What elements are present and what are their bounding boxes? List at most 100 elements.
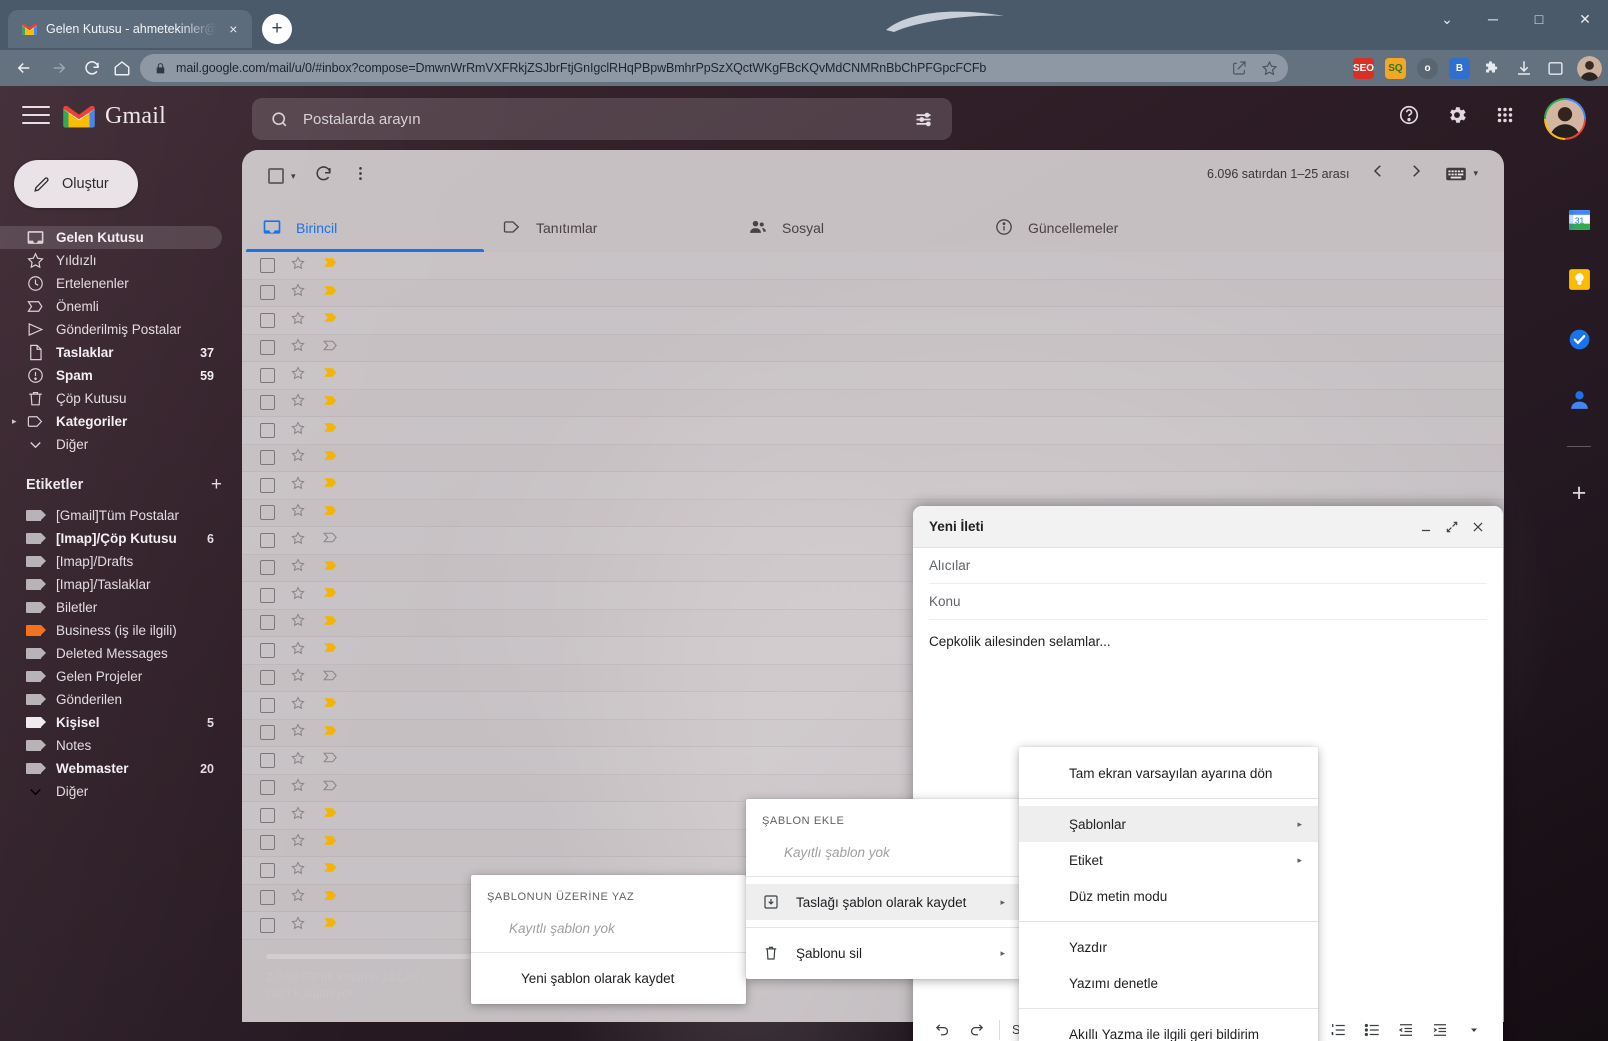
- sidebar-label-imap-drafts[interactable]: [Imap]/Drafts: [0, 550, 222, 573]
- star-icon[interactable]: [290, 310, 308, 331]
- calendar-icon[interactable]: 31: [1566, 206, 1592, 232]
- outdent-icon[interactable]: [1389, 1015, 1423, 1041]
- star-icon[interactable]: [290, 530, 308, 551]
- star-icon[interactable]: [290, 640, 308, 661]
- importance-marker-icon[interactable]: [322, 254, 340, 276]
- gmail-logo[interactable]: Gmail: [62, 103, 166, 130]
- menu-item-d-z-metin-modu[interactable]: Düz metin modu: [1019, 878, 1318, 914]
- row-checkbox[interactable]: [260, 257, 275, 273]
- minimize-icon[interactable]: [1413, 514, 1439, 540]
- star-icon[interactable]: [290, 365, 308, 386]
- star-icon[interactable]: [290, 557, 308, 578]
- sidebar-item-y-ld-zl[interactable]: Yıldızlı: [0, 249, 222, 272]
- star-icon[interactable]: [290, 420, 308, 441]
- sidebar-item-di-er[interactable]: Diğer: [0, 433, 222, 456]
- popout-icon[interactable]: [1439, 514, 1465, 540]
- back-icon[interactable]: [10, 54, 38, 82]
- table-row[interactable]: [242, 390, 1504, 417]
- sidebar-item-taslaklar[interactable]: Taslaklar 37: [0, 341, 222, 364]
- importance-marker-icon[interactable]: [322, 529, 340, 551]
- tab-g-ncellemeler[interactable]: Güncellemeler: [980, 204, 1226, 252]
- table-row[interactable]: [242, 307, 1504, 335]
- star-icon[interactable]: [290, 447, 308, 468]
- chevron-down-icon[interactable]: ▾: [291, 171, 296, 182]
- sidebar-item-kategoriler[interactable]: ▸ Kategoriler: [0, 410, 222, 433]
- more-vert-icon[interactable]: [351, 164, 370, 188]
- tab-close-icon[interactable]: ×: [225, 21, 242, 37]
- row-checkbox[interactable]: [260, 890, 275, 906]
- importance-marker-icon[interactable]: [322, 309, 340, 331]
- star-icon[interactable]: [290, 695, 308, 716]
- row-checkbox[interactable]: [260, 642, 275, 658]
- importance-marker-icon[interactable]: [322, 694, 340, 716]
- add-label-icon[interactable]: +: [211, 474, 222, 496]
- window-minimize-button[interactable]: ─: [1470, 0, 1516, 38]
- tab-sosyal[interactable]: Sosyal: [734, 204, 980, 252]
- tasks-icon[interactable]: [1566, 326, 1592, 352]
- star-icon[interactable]: [290, 585, 308, 606]
- redo-icon[interactable]: [959, 1015, 993, 1041]
- row-checkbox[interactable]: [260, 477, 275, 493]
- help-icon[interactable]: [1394, 100, 1424, 130]
- search-input[interactable]: Postalarda arayın: [252, 98, 952, 140]
- row-checkbox[interactable]: [260, 752, 275, 768]
- row-checkbox[interactable]: [260, 725, 275, 741]
- expand-caret-icon[interactable]: ▸: [12, 416, 17, 427]
- star-icon[interactable]: [290, 612, 308, 633]
- row-checkbox[interactable]: [260, 532, 275, 548]
- forward-icon[interactable]: [45, 54, 73, 82]
- star-icon[interactable]: [290, 667, 308, 688]
- row-checkbox[interactable]: [260, 312, 275, 328]
- star-icon[interactable]: [290, 337, 308, 358]
- importance-marker-icon[interactable]: [322, 749, 340, 771]
- importance-marker-icon[interactable]: [322, 804, 340, 826]
- bookmark-star-icon[interactable]: [1261, 60, 1278, 77]
- importance-marker-icon[interactable]: [322, 612, 340, 634]
- sidebar-label-business-i-ile-ilgili[interactable]: Business (iş ile ilgili): [0, 619, 222, 642]
- address-bar[interactable]: mail.google.com/mail/u/0/#inbox?compose=…: [140, 54, 1288, 82]
- sidebar-label-gmail-t-m-postalar[interactable]: [Gmail]Tüm Postalar: [0, 504, 222, 527]
- menu-item-ablonlar[interactable]: Şablonlar ▸: [1019, 806, 1318, 842]
- importance-marker-icon[interactable]: [322, 419, 340, 441]
- star-icon[interactable]: [290, 475, 308, 496]
- compose-header[interactable]: Yeni İleti: [913, 506, 1503, 548]
- new-tab-button[interactable]: +: [262, 14, 292, 44]
- importance-marker-icon[interactable]: [322, 639, 340, 661]
- menu-item-etiket[interactable]: Etiket ▸: [1019, 842, 1318, 878]
- sidebar-label-notes[interactable]: Notes: [0, 734, 222, 757]
- refresh-icon[interactable]: [314, 164, 333, 188]
- sidebar-label-ki-isel[interactable]: Kişisel 5: [0, 711, 222, 734]
- tab-birincil[interactable]: Birincil: [242, 204, 488, 252]
- star-icon[interactable]: [290, 805, 308, 826]
- star-icon[interactable]: [290, 832, 308, 853]
- gear-icon[interactable]: [1442, 100, 1472, 130]
- sidebar-label-imap-p-kutusu[interactable]: [Imap]/Çöp Kutusu 6: [0, 527, 222, 550]
- reload-icon[interactable]: [78, 54, 106, 82]
- menu-item-yazd-r[interactable]: Yazdır: [1019, 929, 1318, 965]
- recipients-field[interactable]: Alıcılar: [929, 548, 1487, 584]
- importance-marker-icon[interactable]: [322, 859, 340, 881]
- importance-marker-icon[interactable]: [322, 667, 340, 689]
- row-checkbox[interactable]: [260, 340, 275, 356]
- star-icon[interactable]: [290, 255, 308, 276]
- star-icon[interactable]: [290, 915, 308, 936]
- sidebar-label-webmaster[interactable]: Webmaster 20: [0, 757, 222, 780]
- chevron-right-icon[interactable]: [1407, 162, 1425, 185]
- numbered-list-icon[interactable]: [1321, 1015, 1355, 1041]
- table-row[interactable]: [242, 445, 1504, 472]
- sidebar-item-nemli[interactable]: Önemli: [0, 295, 222, 318]
- menu-item-yeni-ablon-olarak-kaydet[interactable]: Yeni şablon olarak kaydet: [471, 960, 746, 996]
- importance-marker-icon[interactable]: [322, 584, 340, 606]
- sq-extension-icon[interactable]: SQ: [1385, 57, 1406, 79]
- importance-marker-icon[interactable]: [322, 914, 340, 936]
- circle-extension-icon[interactable]: o: [1417, 57, 1438, 79]
- select-all-checkbox[interactable]: ▾: [268, 168, 296, 184]
- add-apps-icon[interactable]: +: [1572, 481, 1587, 506]
- importance-marker-icon[interactable]: [322, 282, 340, 304]
- chevron-left-icon[interactable]: [1369, 162, 1387, 185]
- row-checkbox[interactable]: [260, 835, 275, 851]
- row-checkbox[interactable]: [260, 862, 275, 878]
- importance-marker-icon[interactable]: [322, 887, 340, 909]
- star-icon[interactable]: [290, 502, 308, 523]
- close-icon[interactable]: [1465, 514, 1491, 540]
